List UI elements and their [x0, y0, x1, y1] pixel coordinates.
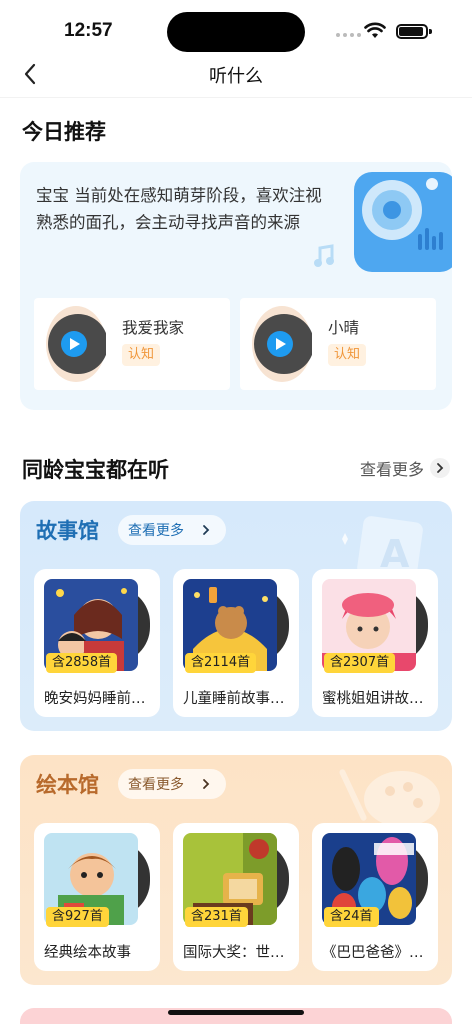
peers-section-title: 同龄宝宝都在听	[22, 458, 169, 482]
status-time: 12:57	[64, 20, 113, 41]
track-count-badge: 含2858首	[46, 653, 118, 673]
album-card[interactable]: 含927首 经典绘本故事	[34, 823, 160, 971]
category-tag: 认知	[328, 344, 367, 366]
chevron-right-icon	[203, 779, 210, 789]
vinyl-disc-icon	[42, 304, 108, 384]
chevron-right-icon	[203, 525, 210, 535]
today-description: 宝宝 当前处在感知萌芽阶段，喜欢注视熟悉的面孔，会主动寻找声音的来源	[36, 186, 322, 232]
track-count-badge: 含231首	[185, 907, 248, 927]
picture-book-hall-shelf: 绘本馆 查看更多 含927首 经典绘本故事 含231首 国际大奖：世… 含24首…	[20, 755, 452, 985]
battery-icon	[396, 24, 432, 39]
album-title: 蜜桃姐姐讲故…	[322, 691, 424, 707]
picture-book-hall-title: 绘本馆	[36, 773, 99, 797]
see-more-label: 查看更多	[128, 777, 184, 793]
recommend-item[interactable]: 我爱我家 认知	[34, 298, 230, 390]
home-indicator[interactable]	[168, 1010, 304, 1015]
album-title: 晚安妈妈睡前…	[44, 691, 146, 707]
track-count-badge: 含927首	[46, 907, 109, 927]
peers-see-more-button[interactable]: 查看更多	[360, 456, 450, 480]
album-card[interactable]: 含2114首 儿童睡前故事…	[173, 569, 299, 717]
album-card[interactable]: 含2858首 晚安妈妈睡前…	[34, 569, 160, 717]
story-hall-shelf: A 故事馆 查看更多 含2858首 晚安妈妈睡前… 含2114首 儿童睡前故事……	[20, 501, 452, 731]
track-count-badge: 含24首	[324, 907, 379, 927]
see-more-label: 查看更多	[359, 460, 424, 479]
dynamic-island	[167, 12, 305, 52]
vinyl-disc-icon	[248, 304, 314, 384]
album-title: 儿童睡前故事…	[183, 691, 285, 707]
album-card[interactable]: 含231首 国际大奖：世…	[173, 823, 299, 971]
story-hall-see-more-button[interactable]: 查看更多	[118, 515, 226, 545]
recommend-item-name: 我爱我家	[122, 319, 185, 337]
see-more-label: 查看更多	[128, 523, 184, 539]
palette-decoration	[339, 769, 440, 827]
recommend-item[interactable]: 小晴 认知	[240, 298, 436, 390]
page-title: 听什么	[209, 66, 263, 87]
status-bar: 12:57	[0, 0, 472, 56]
picture-book-hall-see-more-button[interactable]: 查看更多	[118, 769, 226, 799]
album-title: 经典绘本故事	[44, 945, 131, 961]
track-count-badge: 含2114首	[185, 653, 257, 673]
radio-illustration	[314, 172, 452, 272]
signal-icon	[336, 33, 361, 37]
nav-bar: 听什么	[0, 56, 472, 96]
nav-divider	[0, 97, 472, 98]
story-hall-title: 故事馆	[36, 519, 99, 543]
album-title: 《巴巴爸爸》…	[322, 945, 424, 961]
album-card[interactable]: 含2307首 蜜桃姐姐讲故…	[312, 569, 438, 717]
wifi-icon	[364, 22, 386, 38]
today-section-title: 今日推荐	[22, 120, 106, 144]
category-tag: 认知	[122, 344, 161, 366]
album-card[interactable]: 含24首 《巴巴爸爸》…	[312, 823, 438, 971]
album-title: 国际大奖：世…	[183, 945, 285, 961]
chevron-right-icon	[430, 458, 450, 478]
today-recommend-card: 宝宝 当前处在感知萌芽阶段，喜欢注视熟悉的面孔，会主动寻找声音的来源 我爱我家 …	[20, 162, 452, 410]
track-count-badge: 含2307首	[324, 653, 396, 673]
recommend-item-name: 小晴	[328, 319, 360, 337]
